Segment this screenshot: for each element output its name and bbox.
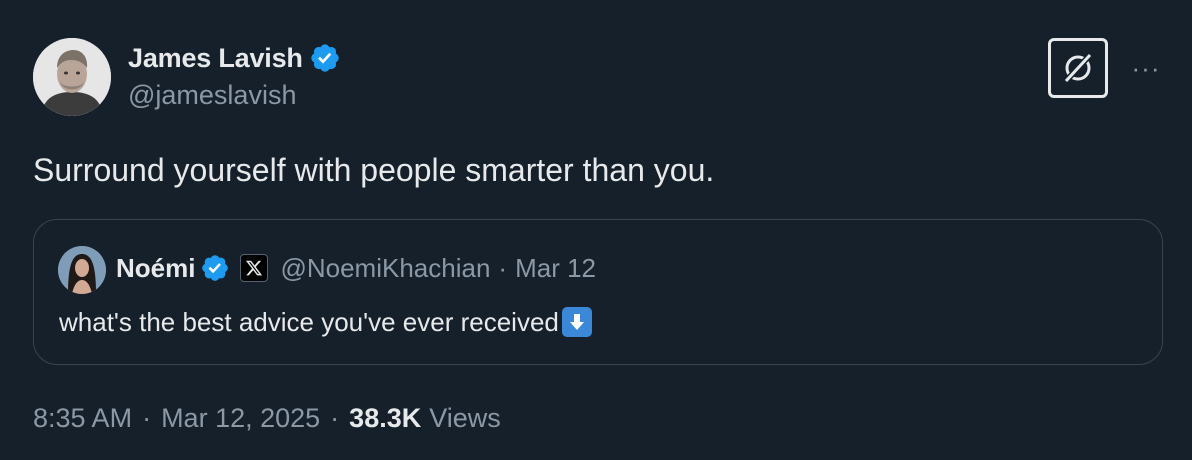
quoted-tweet-date[interactable]: Mar 12 [515, 253, 596, 284]
author-display-name[interactable]: James Lavish [128, 43, 303, 74]
views-count: 38.3K [349, 402, 422, 433]
verified-badge-icon [311, 44, 339, 72]
tweet-time[interactable]: 8:35 AM [33, 403, 132, 434]
quoted-tweet-text-row: what's the best advice you've ever recei… [59, 304, 592, 340]
verified-badge-icon [202, 255, 229, 281]
quoted-author-name[interactable]: Noémi [116, 253, 195, 284]
tweet: James Lavish @jameslavish ··· Surround y… [0, 0, 1192, 460]
meta-separator: · [142, 402, 152, 433]
quoted-tweet-header: Noémi @NoemiKhachian · Mar 12 [116, 250, 596, 286]
quoted-author-avatar[interactable] [58, 246, 106, 294]
quoted-author-handle[interactable]: @NoemiKhachian [280, 253, 490, 284]
author-handle[interactable]: @jameslavish [128, 80, 296, 111]
more-options-icon[interactable]: ··· [1126, 52, 1166, 84]
x-logo-icon [240, 254, 269, 282]
quoted-separator: · [498, 252, 508, 283]
tweet-text: Surround yourself with people smarter th… [33, 152, 715, 188]
grok-button[interactable] [1048, 38, 1108, 98]
quoted-tweet-card[interactable]: Noémi @NoemiKhachian · Mar 12 what's the… [33, 219, 1163, 365]
tweet-date[interactable]: Mar 12, 2025 [161, 403, 320, 434]
author-avatar[interactable] [33, 38, 111, 116]
quoted-tweet-text: what's the best advice you've ever recei… [59, 306, 559, 337]
down-arrow-emoji-icon [561, 307, 592, 337]
views-label: Views [429, 402, 501, 433]
meta-separator: · [330, 402, 340, 433]
grok-icon [1063, 52, 1093, 84]
author-name-row: James Lavish [128, 40, 341, 76]
tweet-meta: 8:35 AM · Mar 12, 2025 · 38.3K Views [33, 398, 501, 438]
